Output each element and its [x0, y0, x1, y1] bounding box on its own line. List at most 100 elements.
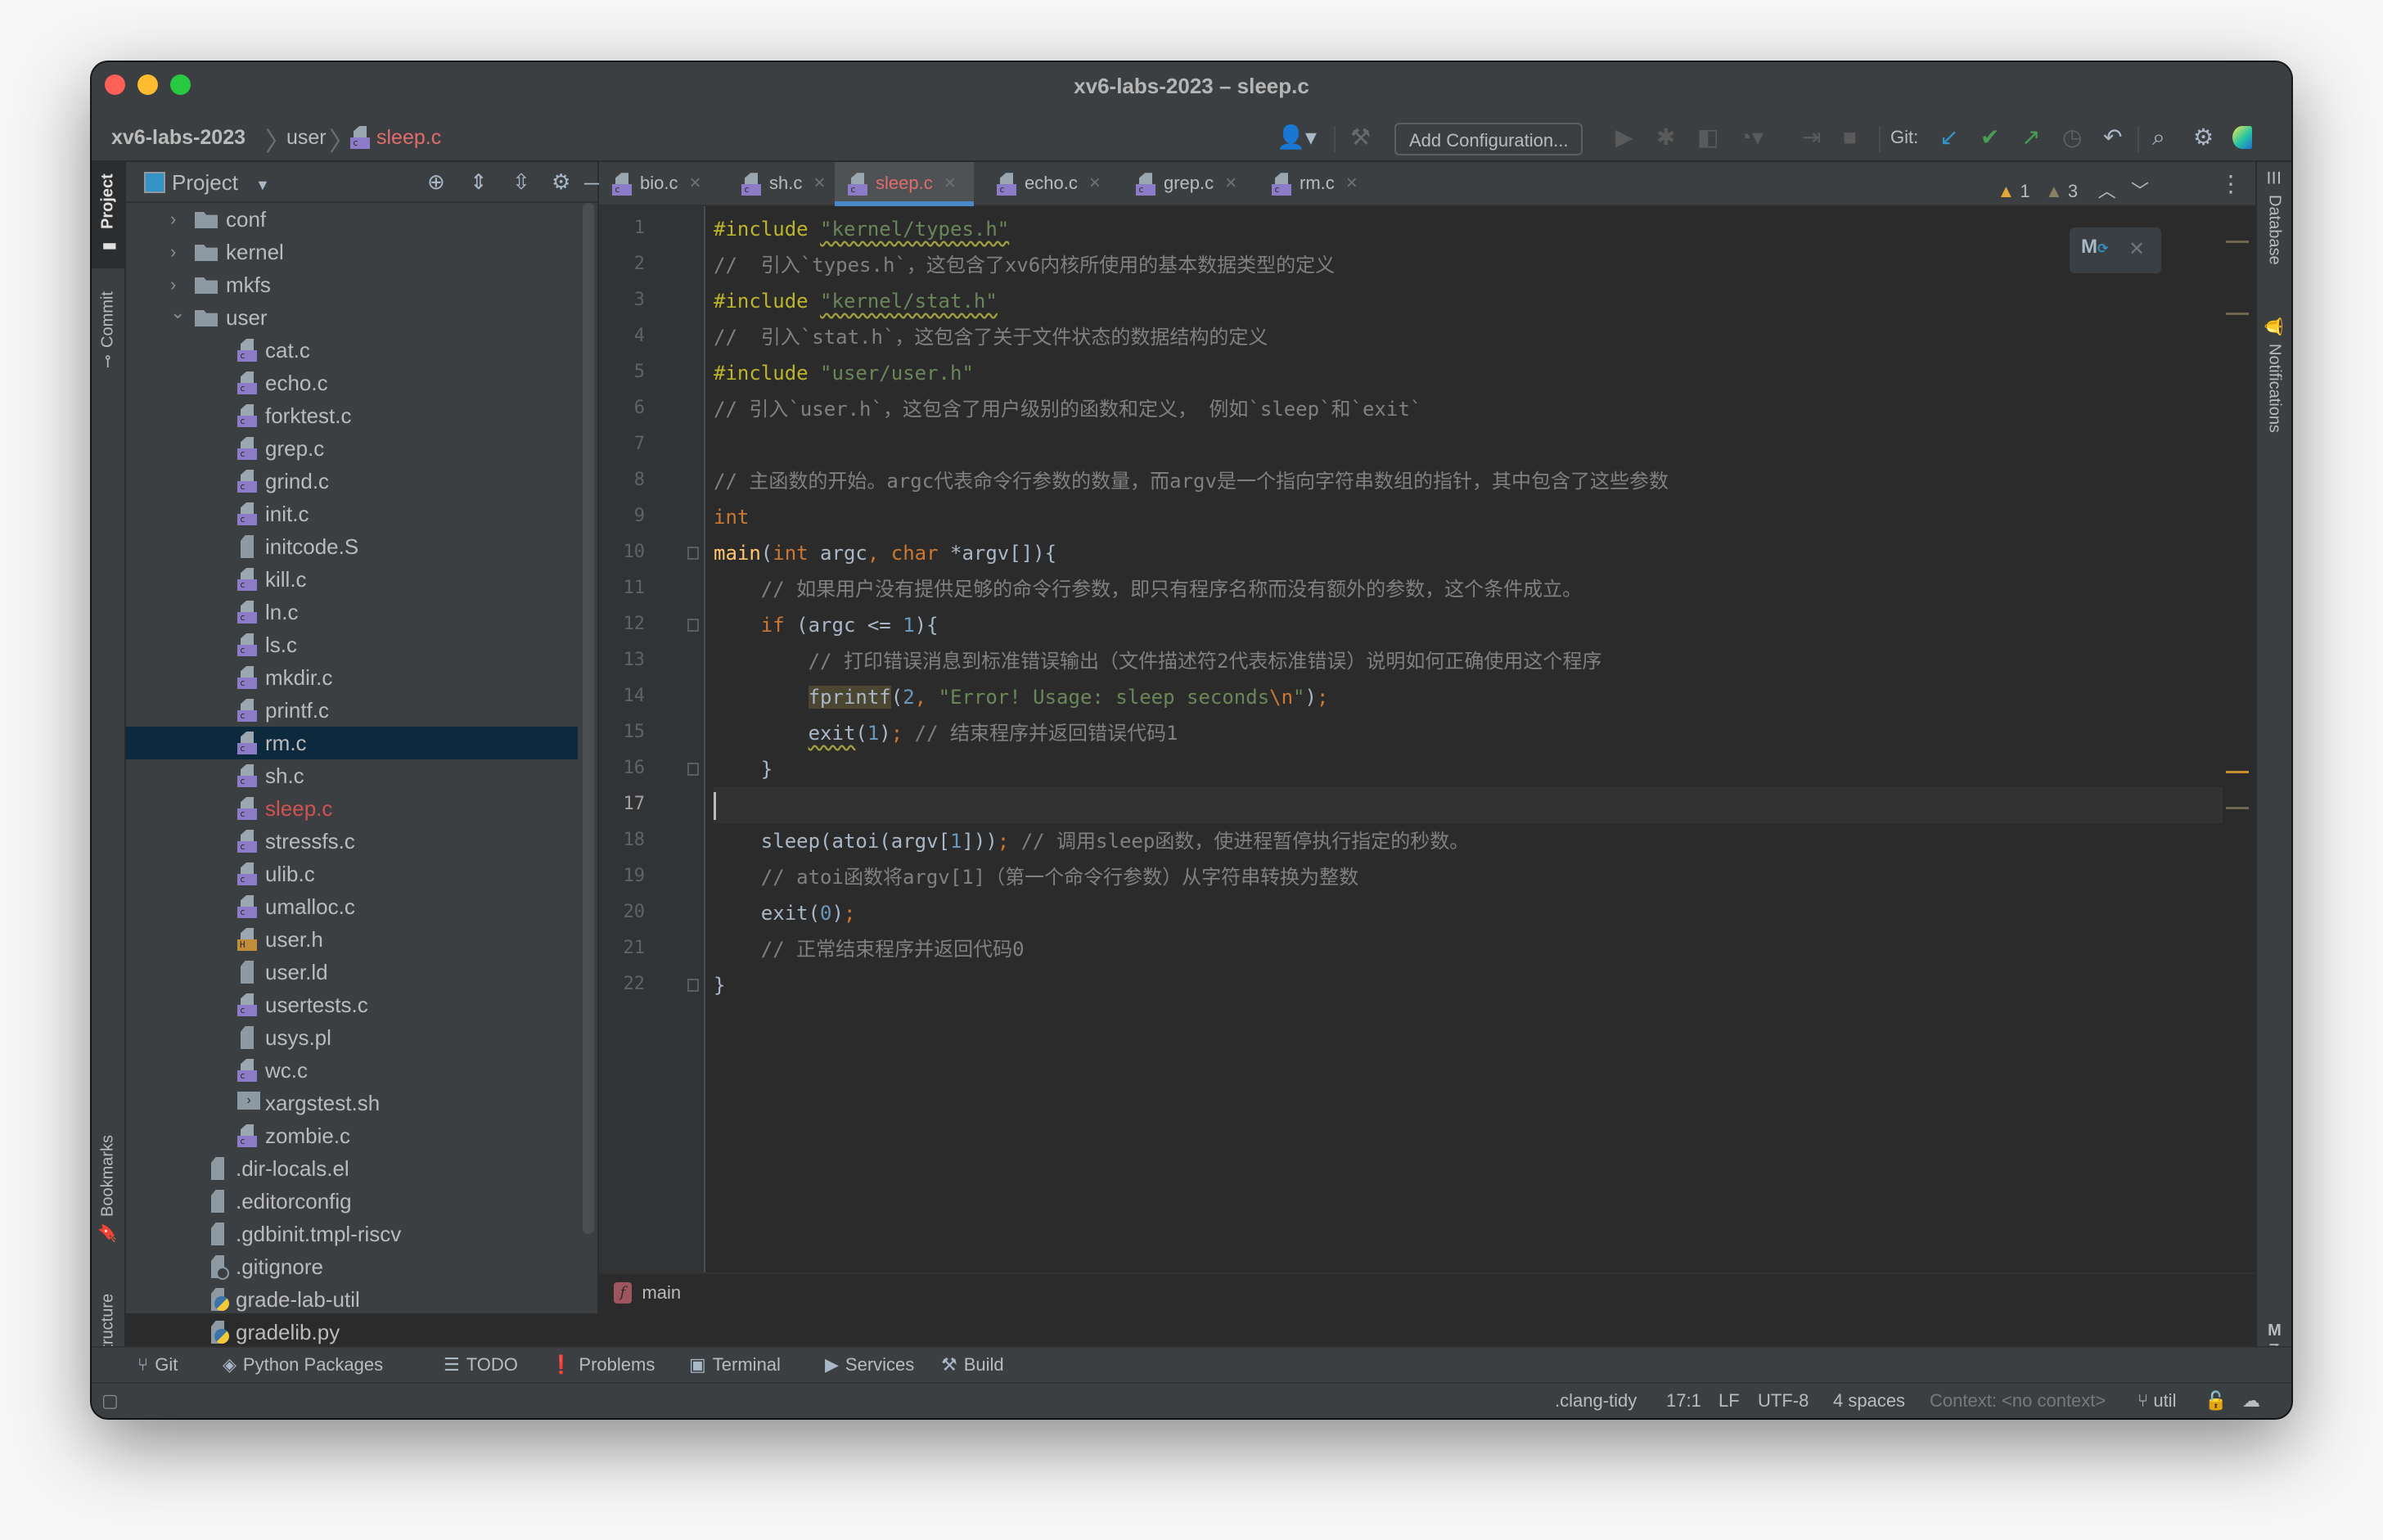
tool-button-todo[interactable]: ☰ TODO: [444, 1354, 518, 1376]
breadcrumb-file[interactable]: sleep.c: [376, 126, 441, 150]
tree-item-umalloc-c[interactable]: c umalloc.c: [126, 890, 578, 923]
rollback-icon[interactable]: ↶: [2103, 126, 2122, 149]
profile-icon[interactable]: ◔▾: [1738, 126, 1764, 149]
breadcrumb-folder[interactable]: user: [286, 126, 327, 150]
tree-item-mkdir-c[interactable]: c mkdir.c: [126, 661, 578, 694]
tab-bio-c[interactable]: c bio.c ×: [599, 162, 723, 205]
tree-item-forktest-c[interactable]: c forktest.c: [126, 399, 578, 432]
tree-item-kill-c[interactable]: c kill.c: [126, 563, 578, 596]
tool-button-python-packages[interactable]: ◈ Python Packages: [223, 1354, 383, 1376]
close-popup-icon[interactable]: ✕: [2128, 237, 2145, 261]
tree-item-usys-pl[interactable]: usys.pl: [126, 1021, 578, 1054]
tree-item-rm-c[interactable]: c rm.c: [126, 727, 578, 759]
makefile-reload-icon[interactable]: M⟳: [2081, 236, 2108, 259]
tree-item-sh-c[interactable]: c sh.c: [126, 759, 578, 792]
tree-item-wc-c[interactable]: c wc.c: [126, 1054, 578, 1087]
settings-icon[interactable]: ⚙: [2193, 126, 2214, 149]
status-line-separator[interactable]: LF: [1719, 1390, 1740, 1412]
close-tab-icon[interactable]: ×: [1346, 172, 1358, 194]
inspection-widget[interactable]: ▲ 1 ▲ 3 ︿ ﹀: [1998, 177, 2149, 203]
fold-marker-icon[interactable]: [687, 979, 699, 992]
tree-item-printf-c[interactable]: c printf.c: [126, 694, 578, 727]
jetbrains-logo-icon[interactable]: [2232, 126, 2252, 149]
tree-item-stressfs-c[interactable]: c stressfs.c: [126, 825, 578, 858]
tree-item--gitignore[interactable]: .gitignore: [126, 1250, 578, 1283]
project-tool-button[interactable]: ▮ Project: [92, 162, 124, 268]
tree-item-ulib-c[interactable]: c ulib.c: [126, 858, 578, 890]
stop-icon[interactable]: ■: [1843, 126, 1857, 149]
project-view-selector[interactable]: Project: [172, 170, 238, 196]
error-stripe-marker[interactable]: [2226, 807, 2249, 809]
tree-item--dir-locals-el[interactable]: .dir-locals.el: [126, 1152, 578, 1185]
tool-button-build[interactable]: ⚒ Build: [941, 1354, 1004, 1376]
status-indent[interactable]: 4 spaces: [1833, 1390, 1905, 1412]
tree-item--editorconfig[interactable]: .editorconfig: [126, 1185, 578, 1218]
tree-item-usertests-c[interactable]: c usertests.c: [126, 988, 578, 1021]
add-configuration-button[interactable]: Add Configuration...: [1394, 123, 1583, 155]
fold-marker-icon[interactable]: [687, 763, 699, 776]
tree-item-grep-c[interactable]: c grep.c: [126, 432, 578, 465]
run-icon[interactable]: ▶: [1615, 126, 1633, 149]
chevron-right-icon[interactable]: ›: [170, 203, 187, 236]
tab-sleep-c[interactable]: c sleep.c ×: [835, 162, 974, 206]
fold-marker-icon[interactable]: [687, 547, 699, 560]
close-tab-icon[interactable]: ×: [944, 172, 956, 194]
status-caret-position[interactable]: 17:1: [1666, 1390, 1701, 1412]
git-branch-status[interactable]: ⑂ util: [2137, 1390, 2176, 1412]
status-encoding[interactable]: UTF-8: [1758, 1390, 1809, 1412]
tree-item-echo-c[interactable]: c echo.c: [126, 367, 578, 399]
coverage-icon[interactable]: ◧: [1697, 126, 1719, 149]
breadcrumb-project[interactable]: xv6-labs-2023: [111, 126, 246, 150]
status-linter[interactable]: .clang-tidy: [1555, 1390, 1637, 1412]
error-stripe-marker[interactable]: [2226, 241, 2249, 243]
code-editor[interactable]: #include "kernel/types.h" // 引入`types.h`，…: [714, 206, 2223, 1274]
tree-item-kernel[interactable]: › kernel: [126, 236, 578, 268]
readonly-lock-icon[interactable]: 🔓: [2205, 1390, 2227, 1412]
status-context[interactable]: Context: <no context>: [1930, 1390, 2106, 1412]
commit-tool-button[interactable]: ⊸ Commit: [92, 277, 124, 383]
close-tab-icon[interactable]: ×: [689, 172, 700, 194]
chevron-down-icon[interactable]: ▼: [255, 173, 270, 196]
tree-item-conf[interactable]: › conf: [126, 203, 578, 236]
history-icon[interactable]: ◷: [2062, 126, 2082, 149]
tree-item-zombie-c[interactable]: c zombie.c: [126, 1119, 578, 1152]
tree-item-user-ld[interactable]: user.ld: [126, 956, 578, 988]
next-highlight-icon[interactable]: ﹀: [2131, 181, 2149, 201]
bookmarks-tool-button[interactable]: 🔖 Bookmarks: [92, 1119, 124, 1259]
tree-item-sleep-c[interactable]: c sleep.c: [126, 792, 578, 825]
tab-echo-c[interactable]: c echo.c ×: [984, 162, 1118, 205]
project-tree-scrollbar[interactable]: [583, 203, 594, 1234]
tree-item-gradelib-py[interactable]: gradelib.py: [126, 1316, 578, 1349]
tool-button-problems[interactable]: ❗ Problems: [550, 1354, 655, 1376]
toggle-tool-windows-icon[interactable]: ▢: [101, 1390, 119, 1412]
tree-item-grade-lab-util[interactable]: grade-lab-util: [126, 1283, 578, 1316]
options-gear-icon[interactable]: ⚙: [552, 170, 570, 193]
git-commit-icon[interactable]: ✔: [1980, 126, 1999, 149]
tree-item-grind-c[interactable]: c grind.c: [126, 465, 578, 498]
fold-marker-icon[interactable]: [687, 619, 699, 632]
close-tab-icon[interactable]: ×: [1089, 172, 1101, 194]
attach-icon[interactable]: ⇥: [1802, 126, 1821, 149]
tree-item-xargstest-sh[interactable]: › xargstest.sh: [126, 1087, 578, 1119]
search-icon[interactable]: ⌕: [2152, 126, 2165, 149]
notifications-tool-button[interactable]: 🔔 Notifications: [2257, 317, 2291, 457]
help-cloud-icon[interactable]: ☁: [2242, 1390, 2260, 1412]
more-tabs-icon[interactable]: ⋮: [2219, 170, 2242, 197]
close-tab-icon[interactable]: ×: [1225, 172, 1237, 194]
tree-item-cat-c[interactable]: c cat.c: [126, 334, 578, 367]
tool-button-terminal[interactable]: ▣ Terminal: [689, 1354, 781, 1376]
git-update-icon[interactable]: ↙: [1939, 126, 1958, 149]
tree-item-init-c[interactable]: c init.c: [126, 498, 578, 530]
chevron-down-icon[interactable]: ⌄: [170, 296, 187, 329]
close-tab-icon[interactable]: ×: [813, 172, 825, 194]
chevron-right-icon[interactable]: ›: [170, 236, 187, 268]
tree-item-ln-c[interactable]: c ln.c: [126, 596, 578, 628]
previous-highlight-icon[interactable]: ︿: [2098, 181, 2116, 201]
tree-item--gdbinit-tmpl-riscv[interactable]: .gdbinit.tmpl-riscv: [126, 1218, 578, 1250]
collapse-all-icon[interactable]: ⇳: [512, 170, 530, 193]
tree-item-ls-c[interactable]: c ls.c: [126, 628, 578, 661]
database-tool-button[interactable]: ☰ Database: [2257, 169, 2291, 291]
debug-icon[interactable]: ✱: [1656, 126, 1675, 149]
user-icon[interactable]: 👤▾: [1277, 126, 1317, 149]
tool-button-services[interactable]: ▶ Services: [825, 1354, 914, 1376]
